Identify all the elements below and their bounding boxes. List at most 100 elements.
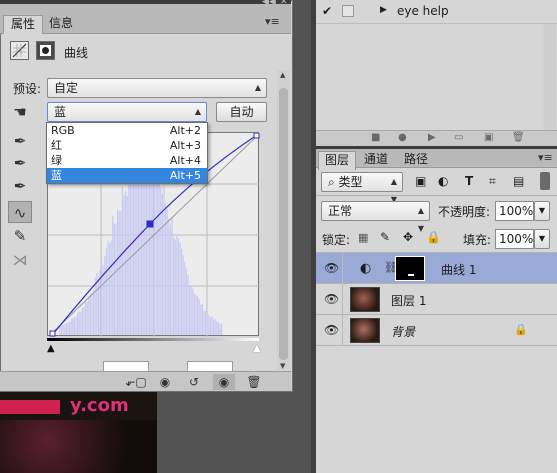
scroll-up-icon[interactable]: ▲ (280, 71, 285, 79)
curve-point-white (253, 133, 260, 139)
divider (316, 195, 557, 196)
tab-properties[interactable]: 属性 (3, 15, 44, 34)
channel-option-blue[interactable]: 蓝 Alt+5 (47, 168, 207, 183)
layer-row-curves[interactable]: 👁 ◐ ⛓ 曲线 1 (316, 253, 557, 284)
filter-adjustment-icon[interactable]: ◐ (438, 174, 448, 188)
properties-footer: ⬐▢ ◉ ↺ ◉ 🗑 (0, 371, 291, 391)
layer-name[interactable]: 图层 1 (391, 292, 426, 309)
black-slider-icon[interactable]: ▲ (47, 343, 55, 354)
dialog-toggle-box[interactable] (342, 5, 354, 17)
adjustment-curves-icon[interactable] (10, 41, 29, 60)
layer-filter-select[interactable]: ⌕ 类型 ▲ ▼ (321, 172, 403, 204)
updown-arrow-icon: ▲▼ (417, 206, 424, 233)
filter-type-icon[interactable]: T (465, 174, 473, 188)
visibility-icon[interactable]: ◉ (213, 374, 235, 390)
layer-thumbnail[interactable] (350, 318, 380, 343)
opacity-dropdown-icon[interactable]: ▼ (534, 201, 550, 221)
blend-mode-select[interactable]: 正常 ▲ ▼ (321, 201, 430, 233)
black-point-eyedropper-icon[interactable]: ✒ (8, 130, 32, 152)
view-previous-icon[interactable]: ◉ (154, 374, 176, 390)
row-divider (342, 253, 343, 284)
filter-pixel-icon[interactable]: ▣ (415, 174, 426, 188)
mask-mark (408, 274, 414, 276)
on-image-adjust-icon[interactable]: ☚ (8, 101, 32, 123)
layers-menu-icon[interactable]: ▾≡ (538, 151, 553, 164)
actions-scrollbar[interactable] (543, 24, 556, 130)
eye-icon[interactable]: 👁 (324, 323, 339, 337)
channel-value: 蓝 (54, 105, 67, 119)
adjustment-layer-icon: ◐ (360, 261, 372, 276)
delete-icon[interactable]: 🗑 (243, 374, 265, 390)
reset-icon[interactable]: ↺ (183, 374, 205, 390)
layer-thumbnail[interactable] (350, 287, 380, 312)
lock-icon: 🔒 (514, 323, 528, 336)
scroll-down-icon[interactable]: ▼ (280, 362, 285, 370)
input-gradient-bar (47, 338, 259, 341)
tab-channels[interactable]: 通道 (358, 151, 394, 169)
smooth-curve-icon[interactable]: ⋊ (8, 249, 32, 271)
preset-select[interactable]: 自定 ▲▼ (47, 78, 267, 110)
fill-input[interactable]: 100% (495, 229, 534, 249)
curve-point-black (49, 330, 56, 337)
play-icon[interactable]: ▶ (428, 132, 436, 143)
channel-option-red[interactable]: 红 Alt+3 (47, 138, 207, 153)
tab-info[interactable]: 信息 (42, 15, 80, 33)
white-slider-icon[interactable]: ▲ (253, 343, 261, 354)
lock-image-icon[interactable]: ✎ (380, 230, 390, 244)
layer-name[interactable]: 曲线 1 (441, 261, 476, 278)
preset-label: 预设: (13, 82, 42, 96)
row-divider (342, 284, 343, 315)
scrollbar-thumb[interactable] (279, 88, 288, 360)
canvas-banner (0, 400, 60, 414)
gray-point-eyedropper-icon[interactable]: ✒ (8, 152, 32, 174)
lock-all-icon[interactable]: 🔒 (426, 230, 441, 244)
channel-dropdown: RGB Alt+2 红 Alt+3 绿 Alt+4 蓝 Alt+5 (46, 122, 208, 184)
curve-edit-tool-icon[interactable]: ∿ (8, 201, 32, 223)
filter-value: 类型 (338, 175, 363, 189)
input-value-field[interactable] (103, 361, 149, 371)
tab-paths[interactable]: 路径 (398, 151, 434, 169)
panel-title: 曲线 (64, 46, 89, 60)
filter-shape-icon[interactable]: ⌗ (489, 174, 496, 189)
layer-row-background[interactable]: 👁 背景 🔒 (316, 315, 557, 346)
expand-triangle-icon[interactable]: ▶ (380, 5, 387, 15)
clip-to-layer-icon[interactable]: ⬐▢ (125, 374, 147, 390)
pencil-draw-icon[interactable]: ✎ (8, 225, 32, 247)
channel-option-green[interactable]: 绿 Alt+4 (47, 153, 207, 168)
delete-action-icon[interactable]: 🗑 (512, 132, 525, 143)
check-icon[interactable]: ✔ (322, 4, 332, 18)
output-value-field[interactable] (187, 361, 233, 371)
lock-transparent-icon[interactable]: ▦ (358, 231, 368, 244)
layer-mask-thumb[interactable] (395, 256, 425, 281)
layer-row-layer1[interactable]: 👁 图层 1 (316, 284, 557, 315)
channel-select[interactable]: 蓝 ▲▼ (47, 102, 207, 134)
actions-footer: ■ ● ▶ ▭ ▣ 🗑 (316, 130, 557, 146)
opacity-input[interactable]: 100% (495, 201, 534, 221)
filter-toggle[interactable] (540, 172, 550, 190)
new-action-icon[interactable]: ▣ (484, 132, 493, 143)
tab-layers[interactable]: 图层 (318, 151, 357, 170)
action-row[interactable]: ✔ ▶ eye help (316, 0, 557, 24)
preset-value: 自定 (54, 81, 79, 95)
channel-option-rgb[interactable]: RGB Alt+2 (47, 123, 207, 138)
layers-tabbar: 图层 通道 路径 ▾≡ (316, 146, 557, 170)
auto-button[interactable]: 自动 (216, 102, 267, 122)
new-set-icon[interactable]: ▭ (454, 132, 463, 143)
mask-icon[interactable] (36, 41, 55, 60)
workspace-background (157, 392, 311, 473)
curve-point-mid (146, 220, 154, 228)
watermark-text: y.com (70, 395, 129, 416)
record-icon[interactable]: ● (398, 132, 407, 143)
document-canvas[interactable]: y.com (0, 392, 157, 473)
panel-menu-icon[interactable]: ▾≡ (265, 15, 280, 28)
filter-smartobject-icon[interactable]: ▤ (513, 174, 524, 188)
eye-icon[interactable]: 👁 (324, 261, 339, 275)
stop-icon[interactable]: ■ (371, 132, 380, 143)
opacity-label: 不透明度: (438, 205, 491, 219)
lock-position-icon[interactable]: ✥ (403, 230, 413, 244)
properties-tabbar: 属性 信息 ▾≡ (0, 4, 291, 34)
eye-icon[interactable]: 👁 (324, 292, 339, 306)
layer-name[interactable]: 背景 (391, 323, 415, 340)
white-point-eyedropper-icon[interactable]: ✒ (8, 175, 32, 197)
fill-dropdown-icon[interactable]: ▼ (534, 229, 550, 249)
